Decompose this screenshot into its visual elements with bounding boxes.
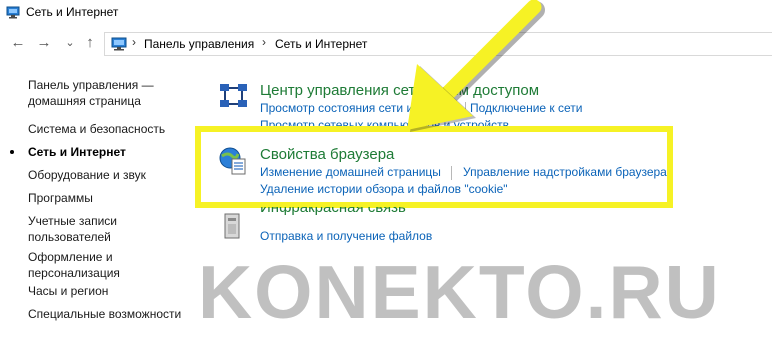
forward-icon[interactable]: → (34, 33, 54, 53)
sidebar-item-label: персонализация (28, 266, 120, 280)
category-title[interactable]: Центр управления сетям щим доступом (260, 82, 539, 99)
view-network-computers-link[interactable]: Просмотр сетевых компьютеров и устройств (260, 118, 509, 126)
control-panel-icon (111, 37, 127, 51)
current-bullet-icon (10, 150, 14, 154)
category-title-text: Инфракрасная связь (260, 207, 406, 216)
sidebar-item-clock-region[interactable]: Часы и регион (28, 283, 108, 299)
breadcrumb-control-panel[interactable]: Панель управления (144, 37, 254, 51)
title-bar: Сеть и Интернет (0, 0, 772, 26)
link-separator (465, 102, 466, 116)
window-title: Сеть и Интернет (26, 5, 119, 19)
sidebar-item-label: Сеть и Интернет (28, 145, 126, 159)
send-receive-files-link[interactable]: Отправка и получение файлов (260, 229, 432, 243)
infrared-device-icon (224, 213, 240, 239)
sidebar-item-programs[interactable]: Программы (28, 190, 93, 206)
sidebar-item-label: пользователей (28, 230, 111, 244)
sidebar-item-appearance[interactable]: Оформление и персонализация (28, 249, 120, 281)
sidebar-item-label: Панель управления — (28, 78, 154, 92)
up-icon[interactable]: ↑ (80, 33, 100, 53)
network-center-icon (220, 84, 247, 107)
highlight-frame (195, 126, 673, 208)
sidebar-item-label: домашняя страница (28, 94, 141, 108)
breadcrumb-network-internet[interactable]: Сеть и Интернет (275, 37, 367, 51)
address-bar[interactable]: › Панель управления › Сеть и Интернет (104, 32, 772, 56)
category-title[interactable]: Инфракрасная связь (260, 207, 406, 218)
network-app-icon (6, 6, 20, 19)
back-icon[interactable]: ← (8, 33, 28, 53)
breadcrumb-separator: › (132, 35, 136, 49)
navigation-bar: ← → ⌄ ↑ › Панель управления › Сеть и Инт… (0, 28, 772, 60)
sidebar-item-accessibility[interactable]: Специальные возможности (28, 306, 181, 322)
sidebar-item-hardware-sound[interactable]: Оборудование и звук (28, 167, 146, 183)
sidebar-item-label: Учетные записи (28, 214, 117, 228)
sidebar-item-control-panel-home[interactable]: Панель управления — домашняя страница (28, 77, 154, 109)
recent-dropdown-icon[interactable]: ⌄ (60, 33, 80, 53)
sidebar-item-label: Оформление и (28, 250, 113, 264)
breadcrumb-separator: › (262, 35, 266, 49)
sidebar-item-network-internet[interactable]: Сеть и Интернет (10, 144, 126, 160)
watermark: KONEKTO.RU (198, 250, 721, 334)
view-network-status-link[interactable]: Просмотр состояния сети и за (260, 101, 429, 115)
sidebar-item-system-security[interactable]: Система и безопасность (28, 121, 165, 137)
connect-to-network-link[interactable]: Подключение к сети (470, 101, 582, 115)
sidebar-item-user-accounts[interactable]: Учетные записи пользователей (28, 213, 117, 245)
